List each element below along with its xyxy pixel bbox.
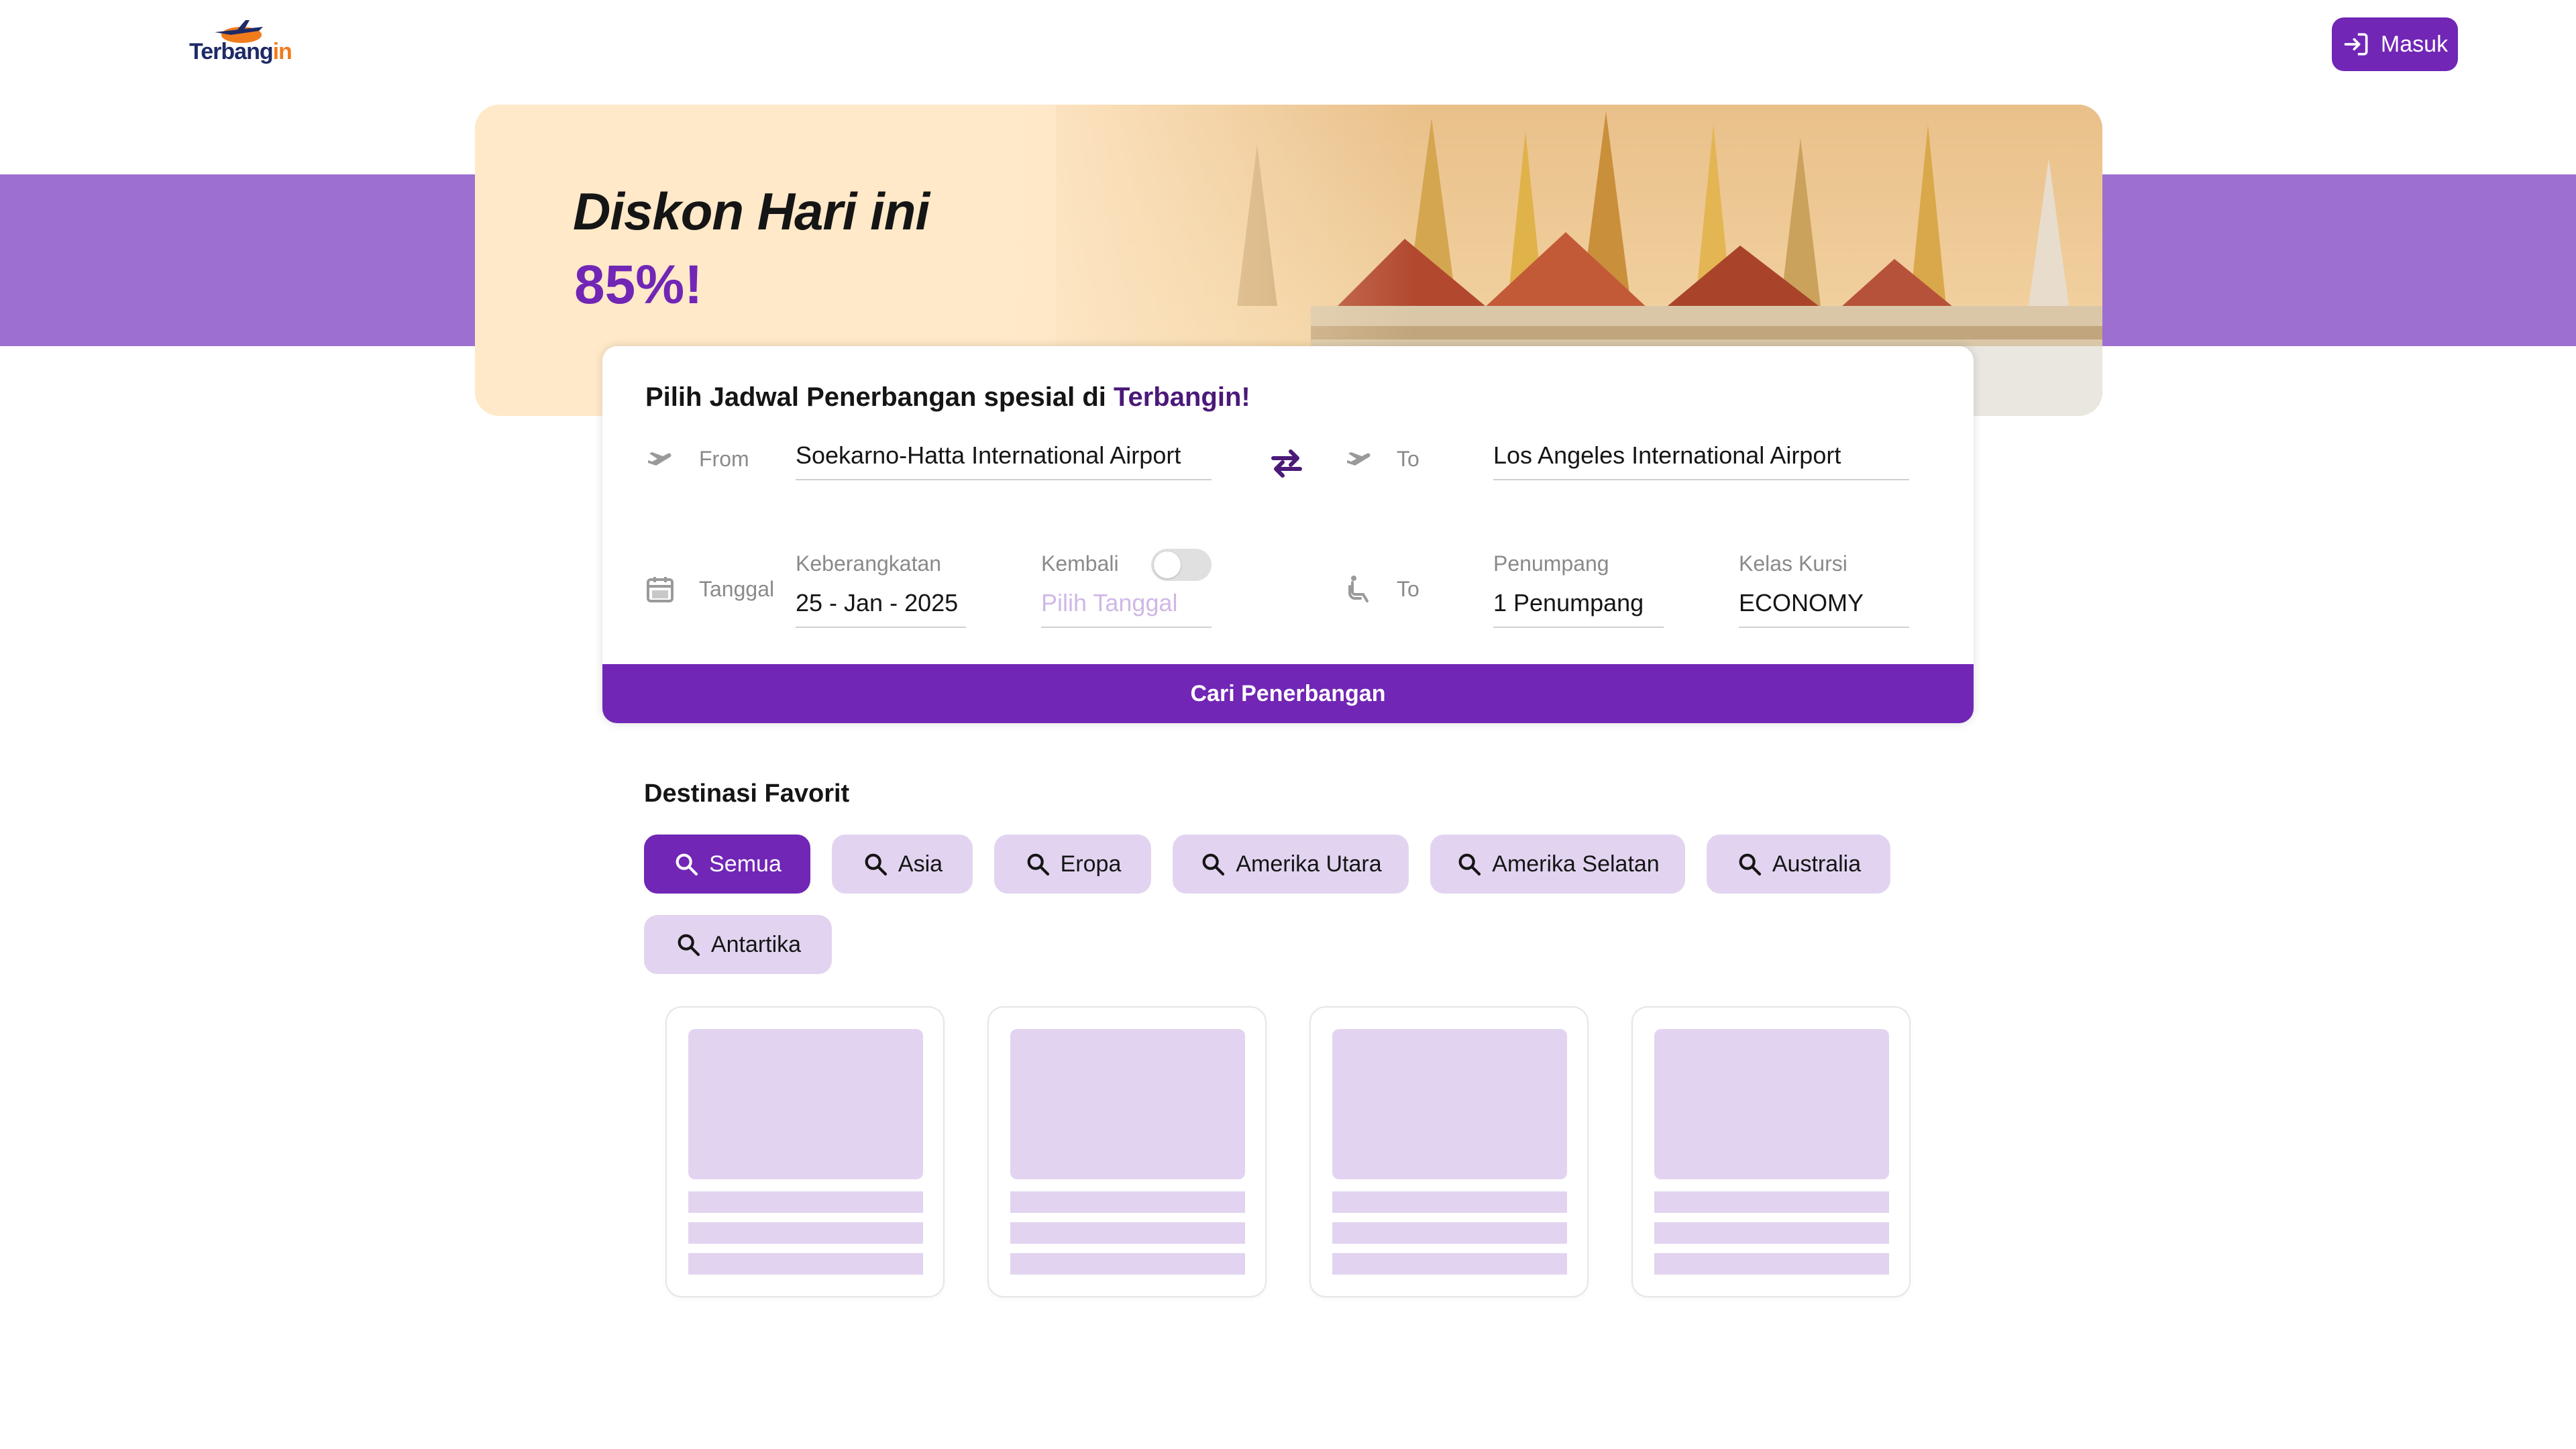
passenger-field[interactable]: 1 Penumpang (1493, 589, 1664, 628)
passenger-row-label: To (1397, 577, 1419, 601)
search-icon (1202, 853, 1225, 876)
filter-chip-eropa[interactable]: Eropa (994, 835, 1151, 894)
search-card-title: Pilih Jadwal Penerbangan spesial di Terb… (645, 382, 1250, 412)
login-button[interactable]: Masuk (2332, 17, 2458, 71)
destination-card-skeleton (987, 1006, 1267, 1297)
from-field[interactable]: Soekarno-Hatta International Airport (796, 441, 1212, 480)
destination-card-skeleton (1309, 1006, 1589, 1297)
seat-icon (1348, 576, 1368, 602)
seat-class-label: Kelas Kursi (1739, 551, 1847, 576)
return-label: Kembali (1041, 551, 1119, 576)
filter-chip-australia[interactable]: Australia (1707, 835, 1890, 894)
search-icon (1739, 853, 1761, 876)
destination-card-skeleton (1631, 1006, 1911, 1297)
filter-chip-amerika-utara[interactable]: Amerika Utara (1173, 835, 1409, 894)
seat-class-field[interactable]: ECONOMY (1739, 589, 1909, 628)
search-icon (1458, 853, 1481, 876)
search-icon (865, 853, 888, 876)
logo[interactable]: Terbangin (186, 15, 292, 70)
search-icon (678, 934, 700, 957)
login-icon (2344, 33, 2368, 56)
login-label: Masuk (2380, 31, 2449, 57)
filter-chip-amerika-selatan[interactable]: Amerika Selatan (1430, 835, 1685, 894)
search-icon (1027, 853, 1049, 876)
filter-chip-antartika[interactable]: Antartika (644, 915, 832, 974)
to-label: To (1397, 447, 1419, 471)
departure-date-field[interactable]: 25 - Jan - 2025 (796, 589, 966, 628)
search-icon (676, 853, 698, 876)
plane-takeoff-icon (647, 452, 672, 468)
search-flights-button[interactable]: Cari Penerbangan (602, 664, 1974, 723)
return-date-field[interactable]: Pilih Tanggal (1041, 589, 1212, 628)
filter-chip-asia[interactable]: Asia (832, 835, 973, 894)
departure-label: Keberangkatan (796, 551, 942, 576)
calendar-icon (647, 577, 674, 602)
destination-card-skeleton (665, 1006, 945, 1297)
favorite-destinations-title: Destinasi Favorit (644, 780, 850, 808)
plane-landing-icon (1346, 452, 1371, 468)
swap-icon[interactable] (1268, 447, 1305, 480)
from-label: From (699, 447, 749, 471)
filter-chip-semua[interactable]: Semua (644, 835, 810, 894)
to-field[interactable]: Los Angeles International Airport (1493, 441, 1909, 480)
return-toggle[interactable] (1151, 549, 1212, 581)
passenger-label: Penumpang (1493, 551, 1609, 576)
flight-search-card: Pilih Jadwal Penerbangan spesial di Terb… (602, 346, 1974, 723)
banner-discount: 85%! (574, 254, 703, 315)
banner-title: Diskon Hari ini (573, 182, 930, 241)
date-label: Tanggal (699, 577, 775, 601)
logo-text: Terbangin (189, 39, 292, 64)
